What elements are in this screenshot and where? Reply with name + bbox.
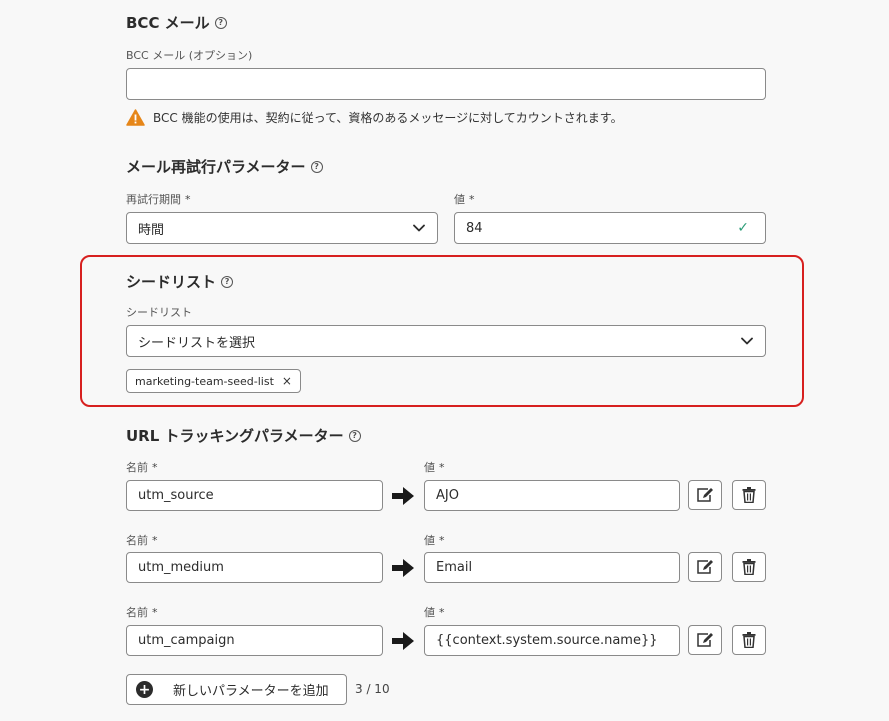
param-value-text: AJO [436,488,459,503]
param-name-label-text: 名前 [126,534,148,547]
retry-value-label-text: 値 [454,193,465,206]
bcc-heading: BCC メール ? [126,12,227,33]
param-value-input[interactable]: AJO [424,480,680,511]
param-name-input[interactable]: utm_medium [126,552,383,583]
url-tracking-heading: URL トラッキングパラメーター ? [126,425,361,446]
retry-period-value: 時間 [138,222,165,238]
bcc-email-input[interactable] [126,68,766,100]
seed-heading: シードリスト ? [126,271,234,292]
param-name-value: utm_source [138,488,214,503]
required-mark: * [152,461,158,474]
edit-button[interactable] [688,552,722,582]
edit-icon [697,488,713,502]
url-tracking-heading-text: URL トラッキングパラメーター [126,427,344,445]
required-mark: * [439,534,445,547]
arrow-right-icon [392,487,414,505]
help-icon[interactable]: ? [221,275,234,288]
required-mark: * [185,193,191,206]
retry-period-label: 再試行期間 * [126,191,191,207]
bcc-warning-text: BCC 機能の使用は、契約に従って、資格のあるメッセージに対してカウントされます… [153,111,623,125]
parameter-count: 3 / 10 [355,682,390,696]
help-icon[interactable]: ? [348,429,361,442]
edit-button[interactable] [688,625,722,655]
add-parameter-button[interactable]: + 新しいパラメーターを追加 [126,674,347,705]
bcc-warning: BCC 機能の使用は、契約に従って、資格のあるメッセージに対してカウントされます… [126,109,623,126]
help-icon[interactable]: ? [310,160,323,173]
edit-button[interactable] [688,480,722,510]
param-value-label-text: 値 [424,606,435,619]
param-value-label-text: 値 [424,534,435,547]
retry-value-text: 84 [466,220,483,236]
param-name-label: 名前 * [126,459,158,475]
warning-icon [126,109,145,126]
edit-icon [697,560,713,574]
param-value-label-text: 値 [424,461,435,474]
param-value-label: 値 * [424,604,445,620]
checkmark-icon: ✓ [737,220,749,236]
param-value-input[interactable]: Email [424,552,680,583]
param-name-label: 名前 * [126,532,158,548]
delete-button[interactable] [732,625,766,655]
param-name-input[interactable]: utm_source [126,480,383,511]
required-mark: * [152,606,158,619]
delete-button[interactable] [732,480,766,510]
arrow-right-icon [392,632,414,650]
bcc-heading-text: BCC メール [126,14,210,32]
seed-list-select[interactable]: シードリストを選択 [126,325,766,357]
param-name-label: 名前 * [126,604,158,620]
param-value-input[interactable]: {{context.system.source.name}} [424,625,680,656]
close-icon[interactable]: × [282,374,292,388]
help-icon[interactable]: ? [214,16,227,29]
chevron-down-icon [413,224,425,232]
delete-button[interactable] [732,552,766,582]
bcc-label: BCC メール (オプション) [126,49,253,62]
add-parameter-label: 新しいパラメーターを追加 [173,684,329,699]
required-mark: * [469,193,475,206]
retry-value-label: 値 * [454,191,475,207]
param-value-label: 値 * [424,459,445,475]
required-mark: * [439,606,445,619]
param-name-label-text: 名前 [126,461,148,474]
param-name-value: utm_medium [138,560,224,575]
param-name-value: utm_campaign [138,633,235,648]
delete-icon [742,487,756,503]
retry-heading: メール再試行パラメーター ? [126,156,323,177]
param-value-text: Email [436,560,473,575]
retry-heading-text: メール再試行パラメーター [126,158,306,176]
add-icon: + [136,681,153,698]
required-mark: * [439,461,445,474]
seed-list-tag: marketing-team-seed-list × [126,369,301,393]
retry-value-input[interactable]: 84 ✓ [454,212,766,244]
param-name-input[interactable]: utm_campaign [126,625,383,656]
param-value-text: {{context.system.source.name}} [436,633,658,648]
edit-icon [697,633,713,647]
seed-label: シードリスト [126,306,192,319]
seed-heading-text: シードリスト [126,273,217,291]
chevron-down-icon [741,337,753,345]
arrow-right-icon [392,559,414,577]
retry-period-select[interactable]: 時間 [126,212,438,244]
delete-icon [742,632,756,648]
retry-period-label-text: 再試行期間 [126,193,181,206]
required-mark: * [152,534,158,547]
seed-list-placeholder: シードリストを選択 [138,335,256,351]
param-name-label-text: 名前 [126,606,148,619]
delete-icon [742,559,756,575]
param-value-label: 値 * [424,532,445,548]
seed-list-tag-label: marketing-team-seed-list [135,374,274,388]
